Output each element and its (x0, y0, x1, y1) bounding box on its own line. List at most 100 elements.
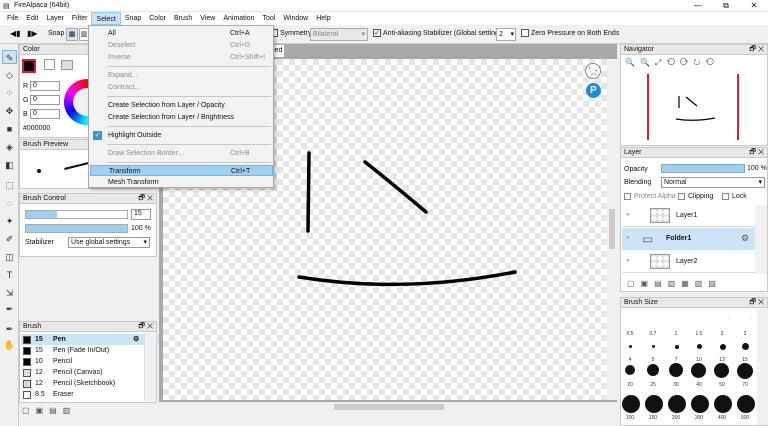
brush-size-dot[interactable] (675, 345, 679, 349)
brush-size-label[interactable]: 300 (691, 415, 707, 421)
select-eraser-icon[interactable]: ◫ (2, 250, 17, 264)
brush-size-label[interactable]: 5 (645, 357, 661, 363)
menu-item-contract[interactable]: Contract... (90, 82, 273, 93)
gear-icon[interactable]: ⚙ (741, 233, 749, 244)
brush-size-label[interactable]: 70 (737, 382, 753, 388)
menu-tool[interactable]: Tool (258, 12, 279, 25)
layer-list-scrollbar[interactable] (755, 205, 767, 274)
size-slider[interactable] (25, 210, 128, 219)
brush-size-dot[interactable] (645, 395, 663, 413)
brush-size-label[interactable]: 1 (668, 331, 684, 337)
menu-window[interactable]: Window (279, 12, 312, 25)
lock-checkbox[interactable] (722, 193, 729, 200)
magic-wand-icon[interactable]: ✦ (2, 214, 17, 228)
brush-size-dot[interactable] (714, 363, 729, 378)
brush-item-pencil-sketchbook[interactable]: 12Pencil (Sketchbook) (21, 378, 161, 389)
zero-pressure-checkbox[interactable] (521, 29, 529, 37)
brush-panel-buttons[interactable]: ▢▣▤▥ (22, 406, 76, 415)
menu-item-draw-border[interactable]: Draw Selection Border...Ctrl+B (90, 148, 273, 159)
eye-icon[interactable]: ● (626, 235, 630, 241)
brush-size-label[interactable]: 0.5 (622, 331, 638, 337)
clipping-checkbox[interactable] (678, 193, 685, 200)
restore-button[interactable]: ⧉ (712, 0, 740, 12)
brush-size-label[interactable]: 150 (645, 415, 661, 421)
brush-size-label[interactable]: 200 (668, 415, 684, 421)
brush-item-pencil-canvas[interactable]: 12Pencil (Canvas) (21, 367, 161, 378)
stabilizer-select[interactable]: Use global settings▾ (68, 237, 150, 248)
brush-size-label[interactable]: 0.7 (645, 331, 661, 337)
next-frame-icon[interactable]: ▮▶ (27, 29, 38, 38)
brush-size-label[interactable]: 25 (645, 382, 661, 388)
snap-off-icon[interactable]: ▦ (66, 28, 78, 41)
brush-size-dot[interactable] (742, 343, 749, 350)
brush-size-dot[interactable] (697, 344, 702, 349)
panel-controls-icon[interactable]: 🗗 ✕ (749, 148, 764, 158)
menu-brush[interactable]: Brush (170, 12, 196, 25)
fill-rect-icon[interactable]: ■ (2, 122, 17, 136)
brush-size-label[interactable]: 30 (668, 382, 684, 388)
layer-row-folder1[interactable]: ● ▭ Folder1 ⚙ (622, 228, 765, 250)
menu-item-inverse[interactable]: InverseCtrl+Shift+I (90, 52, 273, 63)
menu-file[interactable]: File (3, 12, 22, 25)
select-pen-icon[interactable]: ✐ (2, 232, 17, 246)
protect-alpha-checkbox[interactable] (624, 193, 631, 200)
prev-frame-icon[interactable]: ◀▮ (10, 29, 21, 38)
menu-layer[interactable]: Layer (42, 12, 68, 25)
brush-size-dot[interactable] (691, 395, 709, 413)
menu-view[interactable]: View (196, 12, 219, 25)
menu-item-deselect[interactable]: DeselectCtrl+D (90, 40, 273, 51)
brush-size-dot[interactable] (629, 345, 632, 348)
r-input[interactable]: 0 (30, 81, 60, 91)
background-color-swatch[interactable] (44, 59, 55, 70)
brush-size-label[interactable]: 3 (737, 331, 753, 337)
brush-size-dot[interactable] (720, 344, 726, 350)
g-input[interactable]: 0 (30, 95, 60, 105)
eyedropper2-icon[interactable]: ✒ (2, 322, 17, 336)
menu-snap[interactable]: Snap (121, 12, 145, 25)
blending-select[interactable]: Normal▾ (661, 177, 765, 188)
brush-size-dot[interactable] (737, 363, 753, 379)
eyedropper-icon[interactable]: ✒ (2, 302, 17, 316)
text-tool-icon[interactable]: T (2, 268, 17, 282)
brush-size-dot[interactable] (625, 365, 635, 375)
menu-filter[interactable]: Filter (68, 12, 92, 25)
layer-action-buttons[interactable]: ▢▣▤▥▦▧▨ (627, 279, 722, 288)
stabilizer-select[interactable]: 2▾ (496, 28, 516, 41)
hand-tool-icon[interactable]: ✋ (2, 338, 17, 352)
brush-item-eraser[interactable]: 8.5Eraser (21, 389, 161, 400)
brush-size-label[interactable]: 2 (714, 331, 730, 337)
brush-item-pen[interactable]: 15Pen⚙ (21, 334, 161, 345)
bucket-tool-icon[interactable]: ◧ (2, 158, 17, 172)
brush-list-scrollbar[interactable] (144, 333, 156, 401)
panel-controls-icon[interactable]: 🗗 ✕ (138, 322, 153, 332)
eye-icon[interactable]: ● (626, 258, 630, 264)
eye-icon[interactable]: ● (626, 212, 630, 218)
brush-size-label[interactable]: 50 (714, 382, 730, 388)
menu-item-transform[interactable]: TransformCtrl+T (90, 165, 273, 176)
menu-edit[interactable]: Edit (22, 12, 42, 25)
gradient-tool-icon[interactable]: ◈ (2, 140, 17, 154)
opacity-slider[interactable] (25, 224, 128, 233)
cloud-icon[interactable]: P (586, 83, 601, 98)
menu-select[interactable]: Select (91, 12, 120, 25)
brush-size-scrollbar[interactable] (757, 309, 768, 425)
lasso-tool-icon[interactable]: ◌ (2, 196, 17, 210)
brush-size-dot[interactable] (652, 345, 655, 348)
panel-controls-icon[interactable]: 🗗 ✕ (138, 194, 153, 204)
horizontal-scrollbar[interactable] (159, 402, 617, 412)
b-input[interactable]: 0 (30, 109, 60, 119)
pen-tool-icon[interactable]: ✎ (2, 50, 17, 64)
brush-size-dot[interactable] (691, 363, 706, 378)
alpaca-mascot-icon[interactable]: 🦙 (585, 63, 601, 79)
panel-controls-icon[interactable]: 🗗 ✕ (749, 298, 764, 308)
layer-row-layer2[interactable]: ● Layer2 (622, 251, 765, 273)
brush-item-pen-fade[interactable]: 15Pen (Fade In/Out) (21, 345, 161, 356)
menu-animation[interactable]: Animation (219, 12, 258, 25)
brush-item-pencil[interactable]: 10Pencil (21, 356, 161, 367)
gear-icon[interactable]: ⚙ (133, 334, 139, 345)
menu-help[interactable]: Help (312, 12, 334, 25)
select-rect-icon[interactable]: ⬚ (2, 178, 17, 192)
layer-row-layer1[interactable]: ● Layer1 (622, 205, 765, 227)
menu-item-mesh-transform[interactable]: Mesh Transform (90, 177, 273, 188)
menu-item-selection-opacity[interactable]: Create Selection from Layer / Opacity (90, 100, 273, 111)
